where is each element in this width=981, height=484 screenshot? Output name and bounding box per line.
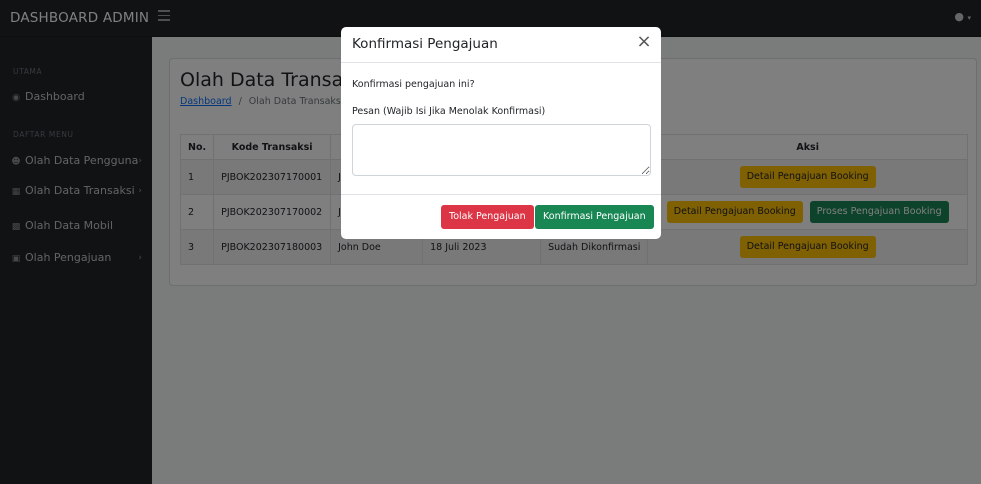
modal-body: Konfirmasi pengajuan ini? Pesan (Wajib I… (341, 64, 661, 195)
modal-header: Konfirmasi Pengajuan × (341, 27, 661, 63)
close-icon[interactable]: × (635, 33, 653, 51)
modal-title: Konfirmasi Pengajuan (352, 36, 498, 52)
pesan-label: Pesan (Wajib Isi Jika Menolak Konfirmasi… (352, 106, 546, 117)
confirm-question: Konfirmasi pengajuan ini? (352, 79, 475, 90)
pesan-textarea[interactable] (352, 124, 651, 176)
tolak-pengajuan-button[interactable]: Tolak Pengajuan (441, 205, 534, 229)
modal-footer: Tolak Pengajuan Konfirmasi Pengajuan (341, 194, 661, 239)
konfirmasi-modal: Konfirmasi Pengajuan × Konfirmasi pengaj… (341, 27, 661, 239)
konfirmasi-pengajuan-button[interactable]: Konfirmasi Pengajuan (535, 205, 654, 229)
